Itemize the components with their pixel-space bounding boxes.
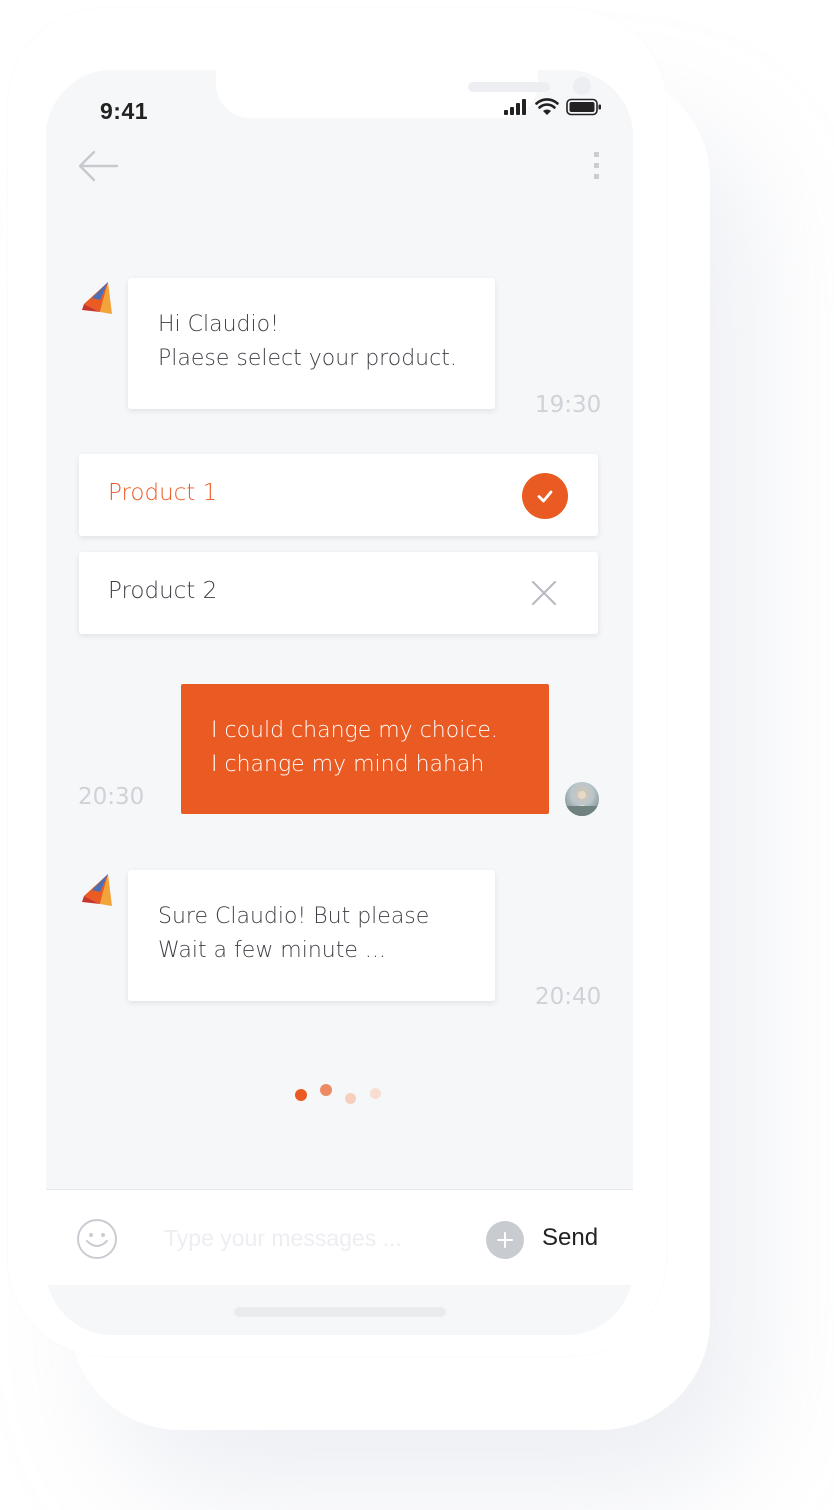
user-message-bubble: I could change my choice. I change my mi… <box>181 684 549 814</box>
message-line: Wait a few minute ... <box>158 938 386 963</box>
speaker <box>468 82 550 92</box>
home-indicator <box>234 1307 446 1317</box>
message-line: I could change my choice. <box>211 718 498 743</box>
emoji-icon <box>77 1219 117 1259</box>
add-attachment-button[interactable] <box>486 1221 524 1259</box>
bot-message-bubble: Hi Claudio! Plaese select your product. <box>128 278 495 409</box>
phone-frame: 9:41 Hi Claudio! Plaese select your prod… <box>8 8 666 1356</box>
message-timestamp: 20:30 <box>78 784 145 810</box>
notch <box>216 70 591 118</box>
arrow-left-icon <box>78 150 119 182</box>
product-option-2[interactable]: Product 2 <box>79 552 598 634</box>
product-option-1[interactable]: Product 1 <box>79 454 598 536</box>
more-vertical-icon <box>594 152 599 179</box>
user-avatar[interactable] <box>565 782 599 816</box>
camera <box>573 77 591 95</box>
message-input[interactable] <box>164 1222 414 1274</box>
signal-icon <box>504 99 526 115</box>
battery-icon <box>566 98 601 116</box>
message-composer: Send <box>46 1189 633 1285</box>
product-option-label: Product 2 <box>108 578 218 604</box>
typing-dot <box>295 1089 307 1101</box>
message-timestamp: 19:30 <box>535 392 602 418</box>
plus-icon <box>497 1232 513 1248</box>
message-line: Hi Claudio! <box>158 312 279 337</box>
back-button[interactable] <box>76 148 120 184</box>
status-icons <box>504 98 602 116</box>
status-time: 9:41 <box>100 98 149 124</box>
product-option-label: Product 1 <box>108 480 218 506</box>
more-menu-button[interactable] <box>586 150 606 182</box>
emoji-button[interactable] <box>76 1218 118 1260</box>
send-button[interactable]: Send <box>542 1224 598 1252</box>
bot-logo-icon <box>82 874 112 906</box>
bot-message-bubble: Sure Claudio! But please Wait a few minu… <box>128 870 495 1001</box>
message-line: I change my mind hahah <box>211 752 485 777</box>
message-timestamp: 20:40 <box>535 984 602 1010</box>
wifi-icon <box>535 98 559 115</box>
check-circle-icon <box>522 473 568 519</box>
screen: 9:41 Hi Claudio! Plaese select your prod… <box>46 70 633 1335</box>
typing-dot <box>345 1093 356 1104</box>
close-icon[interactable] <box>529 578 559 608</box>
bot-logo-icon <box>82 282 112 314</box>
message-line: Plaese select your product. <box>158 346 457 371</box>
message-line: Sure Claudio! But please <box>158 904 430 929</box>
typing-dot <box>370 1088 381 1099</box>
typing-dot <box>320 1084 332 1096</box>
